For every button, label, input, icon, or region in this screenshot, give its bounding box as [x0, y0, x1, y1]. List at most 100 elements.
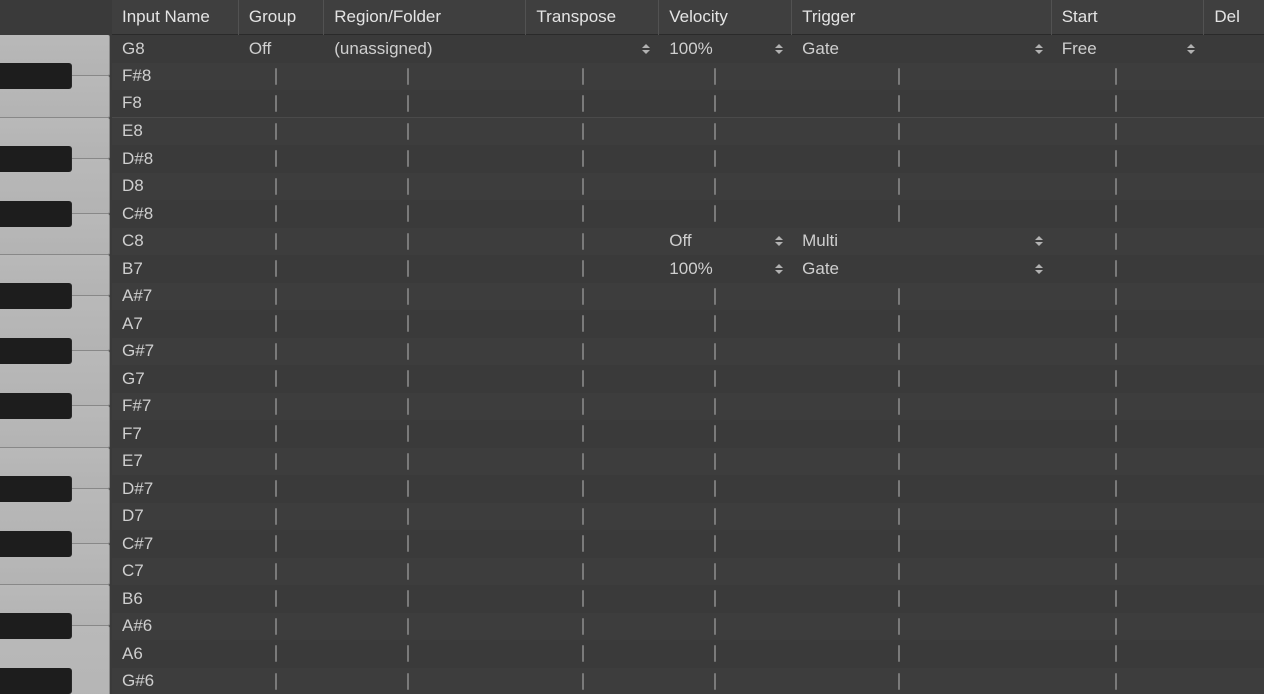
- cell-trigger: [792, 640, 1052, 668]
- cell-separator-tick: [714, 535, 716, 552]
- col-header-group[interactable]: Group: [239, 0, 324, 35]
- cell-velocity[interactable]: 100%: [659, 255, 792, 283]
- cell-velocity[interactable]: 100%: [659, 35, 792, 63]
- cell-del: [1204, 228, 1264, 256]
- table-row[interactable]: C7: [112, 558, 1264, 586]
- cell-separator-tick: [1115, 178, 1117, 195]
- stepper-icon[interactable]: [774, 262, 784, 276]
- cell-velocity[interactable]: Off: [659, 228, 792, 256]
- piano-black-key[interactable]: [0, 393, 72, 419]
- cell-velocity: [659, 420, 792, 448]
- table-row[interactable]: G8Off(unassigned)100%GateFree: [112, 35, 1264, 63]
- table-row[interactable]: F7: [112, 420, 1264, 448]
- cell-separator-tick: [582, 150, 584, 167]
- piano-black-key[interactable]: [0, 338, 72, 364]
- piano-black-key[interactable]: [0, 146, 72, 172]
- cell-separator-tick: [898, 645, 900, 662]
- table-row[interactable]: A6: [112, 640, 1264, 668]
- stepper-icon[interactable]: [774, 42, 784, 56]
- cell-trigger[interactable]: Gate: [792, 255, 1052, 283]
- table-row[interactable]: D#8: [112, 145, 1264, 173]
- cell-transpose: [526, 640, 659, 668]
- table-row[interactable]: D8: [112, 173, 1264, 201]
- cell-transpose: [526, 338, 659, 366]
- cell-separator-tick: [275, 288, 277, 305]
- piano-black-key[interactable]: [0, 476, 72, 502]
- cell-separator-tick: [407, 260, 409, 277]
- cell-separator-tick: [407, 453, 409, 470]
- piano-black-key[interactable]: [0, 668, 72, 694]
- cell-trigger[interactable]: Multi: [792, 228, 1052, 256]
- cell-trigger[interactable]: Gate: [792, 35, 1052, 63]
- cell-separator-tick: [275, 425, 277, 442]
- col-header-input-name[interactable]: Input Name: [112, 0, 239, 35]
- table-row[interactable]: D7: [112, 503, 1264, 531]
- table-row[interactable]: A7: [112, 310, 1264, 338]
- table-row[interactable]: F#8: [112, 63, 1264, 91]
- stepper-icon[interactable]: [1034, 262, 1044, 276]
- cell-transpose[interactable]: [526, 35, 659, 63]
- cell-separator-tick: [407, 123, 409, 140]
- cell-separator-tick: [714, 150, 716, 167]
- cell-separator-tick: [714, 398, 716, 415]
- cell-start: [1052, 338, 1205, 366]
- col-header-trigger[interactable]: Trigger: [792, 0, 1052, 35]
- cell-separator-tick: [582, 343, 584, 360]
- piano-black-key[interactable]: [0, 201, 72, 227]
- table-row[interactable]: B7 100% Gate: [112, 255, 1264, 283]
- cell-separator-tick: [1115, 618, 1117, 635]
- col-header-start[interactable]: Start: [1052, 0, 1205, 35]
- cell-trigger: [792, 200, 1052, 228]
- cell-del: [1204, 200, 1264, 228]
- cell-start: [1052, 585, 1205, 613]
- table-row[interactable]: F#7: [112, 393, 1264, 421]
- table-row[interactable]: E7: [112, 448, 1264, 476]
- table-row[interactable]: G#7: [112, 338, 1264, 366]
- stepper-icon[interactable]: [1186, 42, 1196, 56]
- table-row[interactable]: A#7: [112, 283, 1264, 311]
- table-row[interactable]: C#8: [112, 200, 1264, 228]
- cell-velocity-value: 100%: [669, 259, 712, 279]
- cell-group: [239, 420, 324, 448]
- col-header-velocity[interactable]: Velocity: [659, 0, 792, 35]
- cell-separator-tick: [275, 645, 277, 662]
- table-row[interactable]: A#6: [112, 613, 1264, 641]
- piano-black-key[interactable]: [0, 63, 72, 89]
- cell-separator-tick: [582, 95, 584, 112]
- col-header-region[interactable]: Region/Folder: [324, 0, 526, 35]
- col-header-transpose[interactable]: Transpose: [526, 0, 659, 35]
- table-row[interactable]: C#7: [112, 530, 1264, 558]
- cell-del: [1204, 640, 1264, 668]
- table-row[interactable]: E8: [112, 118, 1264, 146]
- col-header-del[interactable]: Del: [1204, 0, 1264, 35]
- piano-black-key[interactable]: [0, 613, 72, 639]
- piano-black-key[interactable]: [0, 531, 72, 557]
- stepper-icon[interactable]: [1034, 42, 1044, 56]
- cell-transpose: [526, 668, 659, 694]
- cell-del: [1204, 90, 1264, 117]
- cell-input-name-value: F#7: [122, 396, 151, 416]
- cell-separator-tick: [898, 95, 900, 112]
- cell-separator-tick: [407, 618, 409, 635]
- table-row[interactable]: B6: [112, 585, 1264, 613]
- cell-separator-tick: [582, 315, 584, 332]
- piano-black-key[interactable]: [0, 283, 72, 309]
- stepper-icon[interactable]: [641, 42, 651, 56]
- stepper-icon[interactable]: [774, 234, 784, 248]
- cell-separator-tick: [714, 205, 716, 222]
- cell-input-name: G#6: [112, 668, 239, 694]
- stepper-icon[interactable]: [1034, 234, 1044, 248]
- cell-transpose: [526, 145, 659, 173]
- table-row[interactable]: G7: [112, 365, 1264, 393]
- cell-group: [239, 668, 324, 694]
- table-row[interactable]: C8OffMulti: [112, 228, 1264, 256]
- cell-separator-tick: [898, 315, 900, 332]
- cell-separator-tick: [898, 673, 900, 690]
- cell-separator-tick: [582, 618, 584, 635]
- cell-group: [239, 118, 324, 146]
- cell-start[interactable]: Free: [1052, 35, 1205, 63]
- table-row[interactable]: D#7: [112, 475, 1264, 503]
- table-row[interactable]: F8: [112, 90, 1264, 118]
- cell-input-name-value: B7: [122, 259, 143, 279]
- table-row[interactable]: G#6: [112, 668, 1264, 694]
